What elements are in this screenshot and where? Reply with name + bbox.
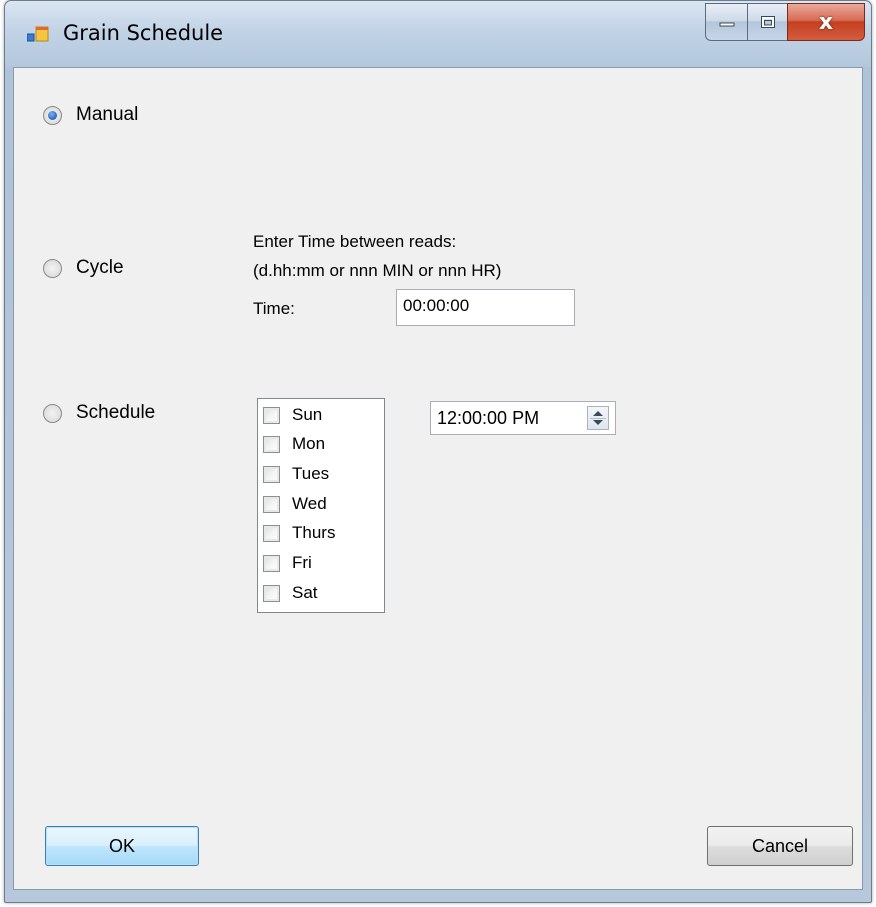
ok-button[interactable]: OK <box>45 826 199 866</box>
schedule-time-value[interactable]: 12:00:00 PM <box>437 408 539 429</box>
day-checkbox[interactable] <box>263 495 280 513</box>
day-label[interactable]: Wed <box>292 494 327 514</box>
spin-up-icon[interactable] <box>593 411 603 416</box>
day-item-fri[interactable]: Fri <box>263 549 312 577</box>
maximize-button[interactable] <box>747 3 787 41</box>
day-checkbox[interactable] <box>263 524 280 542</box>
schedule-time-picker[interactable]: 12:00:00 PM <box>430 401 616 435</box>
day-label[interactable]: Fri <box>292 553 312 573</box>
day-item-sun[interactable]: Sun <box>263 401 322 429</box>
spin-down-icon[interactable] <box>593 420 603 425</box>
time-spinner[interactable] <box>587 406 609 430</box>
window-title: Grain Schedule <box>63 21 224 45</box>
manual-radio-button[interactable] <box>43 105 62 125</box>
day-item-wed[interactable]: Wed <box>263 490 327 518</box>
minimize-icon <box>719 22 734 27</box>
cancel-button[interactable]: Cancel <box>707 826 853 866</box>
dialog-window: Grain Schedule x Manual Cycle Enter Time… <box>4 0 872 903</box>
day-item-mon[interactable]: Mon <box>263 430 325 458</box>
day-checkbox[interactable] <box>263 406 280 424</box>
maximize-icon <box>760 16 775 28</box>
day-checkbox[interactable] <box>263 584 280 602</box>
manual-radio-label[interactable]: Manual <box>76 104 138 126</box>
schedule-radio-button[interactable] <box>43 403 62 423</box>
caption-buttons: x <box>705 3 865 41</box>
close-icon: x <box>818 9 834 35</box>
cycle-instructions-line1: Enter Time between reads: <box>253 232 457 251</box>
app-icon <box>27 26 49 42</box>
cycle-time-input[interactable]: 00:00:00 <box>396 289 575 326</box>
day-label[interactable]: Sun <box>292 405 322 425</box>
manual-radio-option[interactable]: Manual <box>43 104 138 126</box>
schedule-radio-option[interactable]: Schedule <box>43 402 155 424</box>
day-label[interactable]: Mon <box>292 434 325 454</box>
spin-divider <box>590 418 606 419</box>
schedule-radio-label[interactable]: Schedule <box>76 402 155 424</box>
dialog-client-area: Manual Cycle Enter Time between reads: (… <box>13 67 863 890</box>
day-checkbox[interactable] <box>263 554 280 572</box>
day-label[interactable]: Thurs <box>292 523 335 543</box>
day-label[interactable]: Sat <box>292 583 318 603</box>
close-button[interactable]: x <box>787 3 865 41</box>
day-item-sat[interactable]: Sat <box>263 579 318 607</box>
cycle-radio-button[interactable] <box>43 258 62 278</box>
cycle-radio-option[interactable]: Cycle <box>43 257 124 279</box>
minimize-button[interactable] <box>705 3 747 41</box>
title-bar[interactable]: Grain Schedule x <box>5 1 871 67</box>
day-checkbox[interactable] <box>263 435 280 453</box>
cycle-radio-label[interactable]: Cycle <box>76 257 124 279</box>
day-item-tues[interactable]: Tues <box>263 460 329 488</box>
day-label[interactable]: Tues <box>292 464 329 484</box>
cycle-instructions-line2: (d.hh:mm or nnn MIN or nnn HR) <box>253 261 502 280</box>
day-item-thurs[interactable]: Thurs <box>263 519 335 547</box>
days-checklist[interactable]: Sun Mon Tues Wed Thurs Fri Sat <box>257 398 385 613</box>
cycle-time-label: Time: <box>253 299 295 318</box>
day-checkbox[interactable] <box>263 465 280 483</box>
